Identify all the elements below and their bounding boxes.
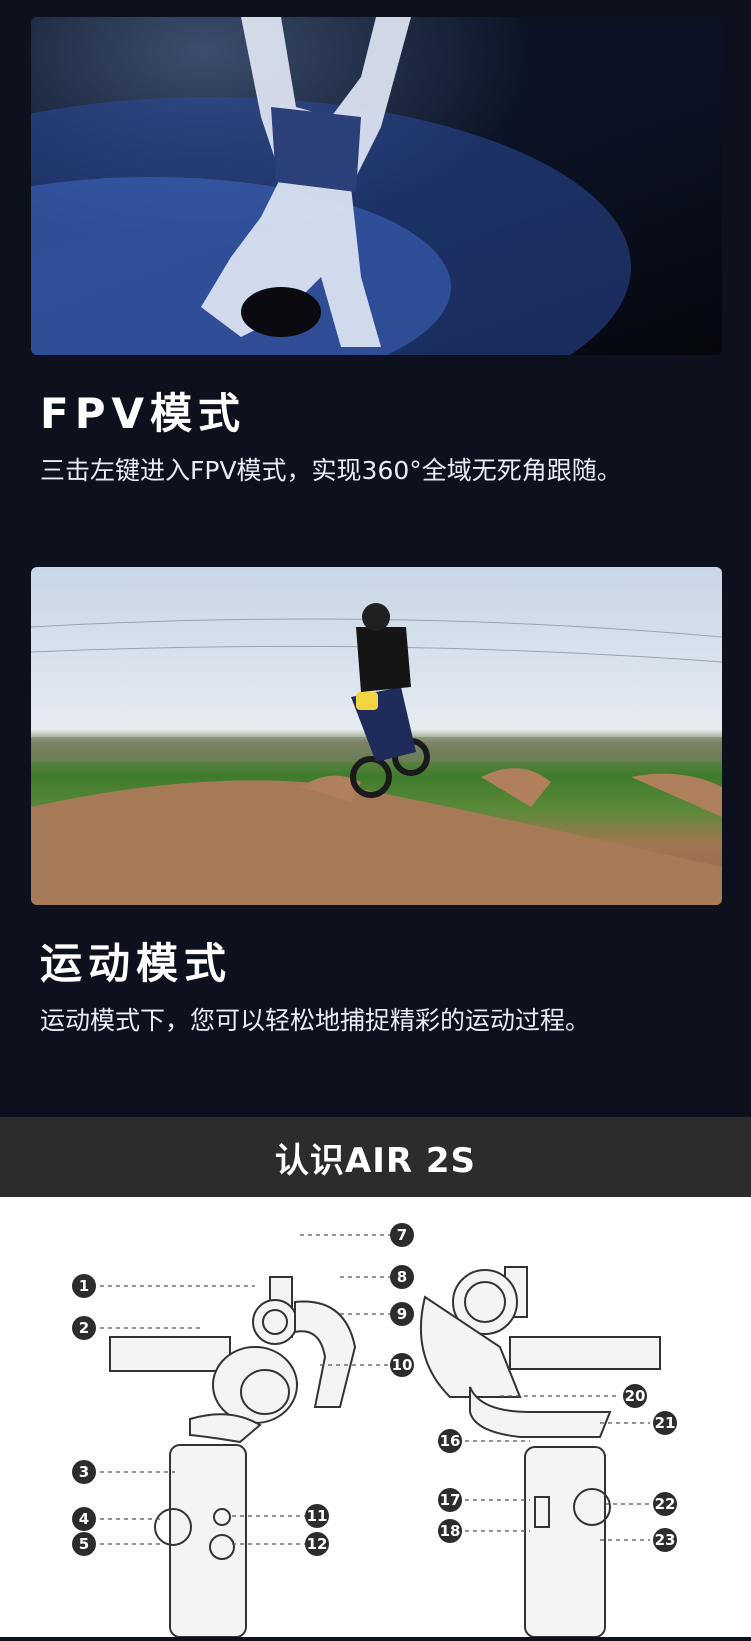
callout-badge: 4 [72,1507,96,1531]
sport-mode-description: 运动模式下，您可以轻松地捕捉精彩的运动过程。 [40,1006,591,1035]
svg-text:16: 16 [440,1432,461,1450]
svg-text:12: 12 [307,1535,328,1553]
callout-badge: 7 [390,1223,414,1247]
svg-text:5: 5 [79,1535,89,1553]
svg-text:20: 20 [625,1387,646,1405]
svg-text:11: 11 [307,1507,328,1525]
svg-text:9: 9 [397,1305,407,1323]
svg-text:22: 22 [655,1495,676,1513]
callout-badge: 18 [438,1519,462,1543]
svg-text:8: 8 [397,1268,407,1286]
callout-badge: 11 [305,1504,329,1528]
motocross-rider-image [31,603,722,905]
gimbal-front-view [109,1276,357,1638]
callout-badge: 2 [72,1316,96,1340]
callout-badge: 17 [438,1488,462,1512]
callout-badge: 9 [390,1302,414,1326]
fpv-mode-photo [31,17,722,355]
callout-badge: 5 [72,1532,96,1556]
sport-mode-photo [31,567,722,905]
callout-badge: 12 [305,1532,329,1556]
sport-mode-title: 运动模式 [40,939,233,988]
svg-text:21: 21 [655,1414,676,1432]
callout-badge: 20 [623,1384,647,1408]
gimbal-back-view [419,1266,661,1638]
svg-text:3: 3 [79,1463,89,1481]
callout-badge: 3 [72,1460,96,1484]
callout-badge: 1 [72,1274,96,1298]
svg-text:2: 2 [79,1319,89,1337]
handstand-dancer-image [31,17,631,355]
callout-badge: 16 [438,1429,462,1453]
gimbal-parts-diagram: 1 2 3 4 5 7 8 9 10 11 12 16 17 18 20 21 … [0,1197,751,1638]
callout-badge: 21 [653,1411,677,1435]
callout-badge: 23 [653,1528,677,1552]
callout-badge: 10 [390,1353,414,1377]
svg-text:18: 18 [440,1522,461,1540]
fpv-mode-title: FPV模式 [40,389,246,438]
svg-text:17: 17 [440,1491,461,1509]
product-intro-title: 认识AIR 2S [274,1140,477,1181]
svg-text:4: 4 [79,1510,89,1528]
callout-badge: 22 [653,1492,677,1516]
product-intro-band: 认识AIR 2S [0,1117,751,1197]
svg-text:10: 10 [392,1356,413,1374]
svg-text:23: 23 [655,1531,676,1549]
fpv-mode-description: 三击左键进入FPV模式，实现360°全域无死角跟随。 [40,456,622,485]
callout-badge: 8 [390,1265,414,1289]
svg-text:1: 1 [79,1277,89,1295]
svg-text:7: 7 [397,1226,407,1244]
gimbal-line-drawing: 1 2 3 4 5 7 8 9 10 11 12 16 17 18 20 21 … [72,1223,677,1638]
